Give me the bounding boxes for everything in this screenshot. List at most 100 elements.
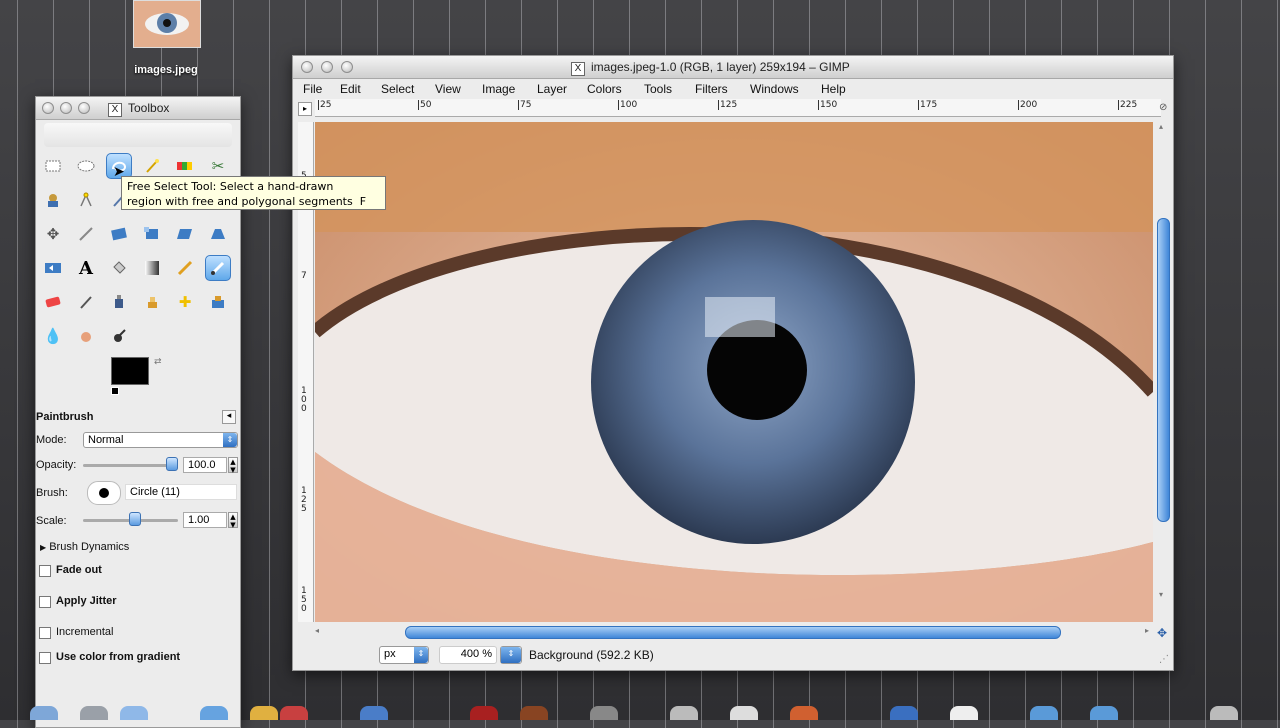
options-menu-icon[interactable]: ◂ [222, 410, 236, 424]
clock-icon[interactable] [670, 706, 698, 720]
opacity-input[interactable]: 100.0 [183, 457, 227, 473]
blend-icon[interactable] [139, 255, 165, 281]
opacity-slider-handle[interactable] [166, 457, 178, 471]
folder-icon[interactable] [1030, 706, 1058, 720]
image-canvas[interactable] [315, 122, 1153, 622]
globe-icon[interactable] [360, 706, 388, 720]
app-icon[interactable] [730, 706, 758, 720]
fade-out-checkbox[interactable] [39, 565, 51, 577]
vertical-scroll-thumb[interactable] [1157, 218, 1170, 522]
minimize-button[interactable] [60, 102, 72, 114]
menu-view[interactable]: View [435, 82, 461, 96]
horizontal-scroll-thumb[interactable] [405, 626, 1061, 639]
zoom-field[interactable]: 400 % [439, 646, 497, 664]
rect-select-icon[interactable] [40, 153, 66, 179]
scale-spinner[interactable]: ▲ ▼ [228, 512, 238, 529]
navigate-icon[interactable]: ✥ [1157, 626, 1167, 640]
move-icon[interactable]: ✥ [40, 221, 66, 247]
app-icon[interactable] [950, 706, 978, 720]
menu-colors[interactable]: Colors [587, 82, 622, 96]
swap-colors-icon[interactable]: ⇄ [154, 357, 162, 367]
safari-icon[interactable] [200, 706, 228, 720]
zoom-select[interactable]: ⇕ [500, 646, 522, 664]
folder-icon[interactable] [250, 706, 278, 720]
align-icon[interactable] [73, 221, 99, 247]
ink-icon[interactable] [106, 289, 132, 315]
finder-icon[interactable] [30, 706, 58, 720]
scroll-up-icon[interactable]: ▴ [1159, 122, 1163, 131]
trash-icon[interactable] [1210, 706, 1238, 720]
perspective-icon[interactable] [205, 221, 231, 247]
scale-input[interactable]: 1.00 [183, 512, 227, 528]
brush-preview-button[interactable] [87, 481, 121, 505]
app-icon[interactable] [890, 706, 918, 720]
text-icon[interactable]: A [73, 255, 99, 281]
incremental-checkbox[interactable] [39, 627, 51, 639]
use-gradient-checkbox[interactable] [39, 652, 51, 664]
scale-icon[interactable] [139, 221, 165, 247]
paintbrush-icon[interactable] [205, 255, 231, 281]
perspective-clone-icon[interactable] [205, 289, 231, 315]
zoom-lock-icon[interactable]: ⊘ [1159, 102, 1167, 113]
desktop-file-icon[interactable] [133, 0, 201, 48]
image-menu-button[interactable]: ▸ [298, 102, 312, 116]
image-window-titlebar[interactable]: Ximages.jpeg-1.0 (RGB, 1 layer) 259x194 … [293, 56, 1173, 79]
ellipse-select-icon[interactable] [73, 153, 99, 179]
eraser-icon[interactable] [40, 289, 66, 315]
menu-select[interactable]: Select [381, 82, 414, 96]
scroll-down-icon[interactable]: ▾ [1159, 590, 1163, 599]
flip-icon[interactable] [40, 255, 66, 281]
close-button[interactable] [301, 61, 313, 73]
app-icon[interactable] [790, 706, 818, 720]
foreground-select-icon[interactable] [40, 187, 66, 213]
paths-icon[interactable] [73, 187, 99, 213]
mail-icon[interactable] [120, 706, 148, 720]
brush-dynamics-expander[interactable]: ▶ Brush Dynamics [40, 541, 129, 553]
airbrush-icon[interactable] [73, 289, 99, 315]
minimize-button[interactable] [321, 61, 333, 73]
app-icon[interactable] [470, 706, 498, 720]
menu-windows[interactable]: Windows [750, 82, 799, 96]
folder-icon[interactable] [1090, 706, 1118, 720]
menu-tools[interactable]: Tools [644, 82, 672, 96]
horizontal-scrollbar[interactable]: ◂ ▸ [315, 626, 1155, 639]
toolbox-titlebar[interactable]: X Toolbox [36, 97, 240, 120]
menu-file[interactable]: File [303, 82, 322, 96]
shear-icon[interactable] [172, 221, 198, 247]
menu-layer[interactable]: Layer [537, 82, 567, 96]
smudge-icon[interactable] [73, 323, 99, 349]
tooltip-line2: region with free and polygonal segments [127, 195, 353, 208]
zoom-button[interactable] [78, 102, 90, 114]
apply-jitter-checkbox[interactable] [39, 596, 51, 608]
menu-image[interactable]: Image [482, 82, 515, 96]
default-colors-icon[interactable] [111, 387, 119, 395]
clone-icon[interactable] [139, 289, 165, 315]
vertical-scrollbar[interactable]: ▴ ▾ [1157, 122, 1170, 602]
app-icon[interactable] [280, 706, 308, 720]
resize-grip-icon[interactable]: ⋰ [1159, 654, 1169, 665]
horizontal-ruler[interactable]: 25 50 75 100 125 150 175 200 225 [315, 99, 1161, 117]
foreground-color-swatch[interactable] [111, 357, 149, 385]
app-icon[interactable] [520, 706, 548, 720]
pencil-icon[interactable] [172, 255, 198, 281]
scroll-right-icon[interactable]: ▸ [1145, 626, 1149, 635]
menu-edit[interactable]: Edit [340, 82, 361, 96]
menu-filters[interactable]: Filters [695, 82, 728, 96]
close-button[interactable] [42, 102, 54, 114]
dodge-burn-icon[interactable] [106, 323, 132, 349]
bucket-fill-icon[interactable] [106, 255, 132, 281]
zoom-button[interactable] [341, 61, 353, 73]
system-preferences-icon[interactable] [80, 706, 108, 720]
scroll-left-icon[interactable]: ◂ [315, 626, 319, 635]
opacity-spinner[interactable]: ▲ ▼ [228, 457, 238, 474]
heal-icon[interactable]: ✚ [172, 289, 198, 315]
rotate-icon[interactable] [106, 221, 132, 247]
blur-icon[interactable]: 💧 [40, 323, 66, 349]
opacity-slider-track[interactable] [83, 464, 178, 467]
app-icon[interactable] [590, 706, 618, 720]
scale-slider-handle[interactable] [128, 512, 141, 526]
menu-help[interactable]: Help [821, 82, 846, 96]
mode-select[interactable]: Normal ⇕ [83, 432, 238, 448]
brush-name-field[interactable]: Circle (11) [125, 484, 237, 500]
units-select[interactable]: px ⇕ [379, 646, 429, 664]
